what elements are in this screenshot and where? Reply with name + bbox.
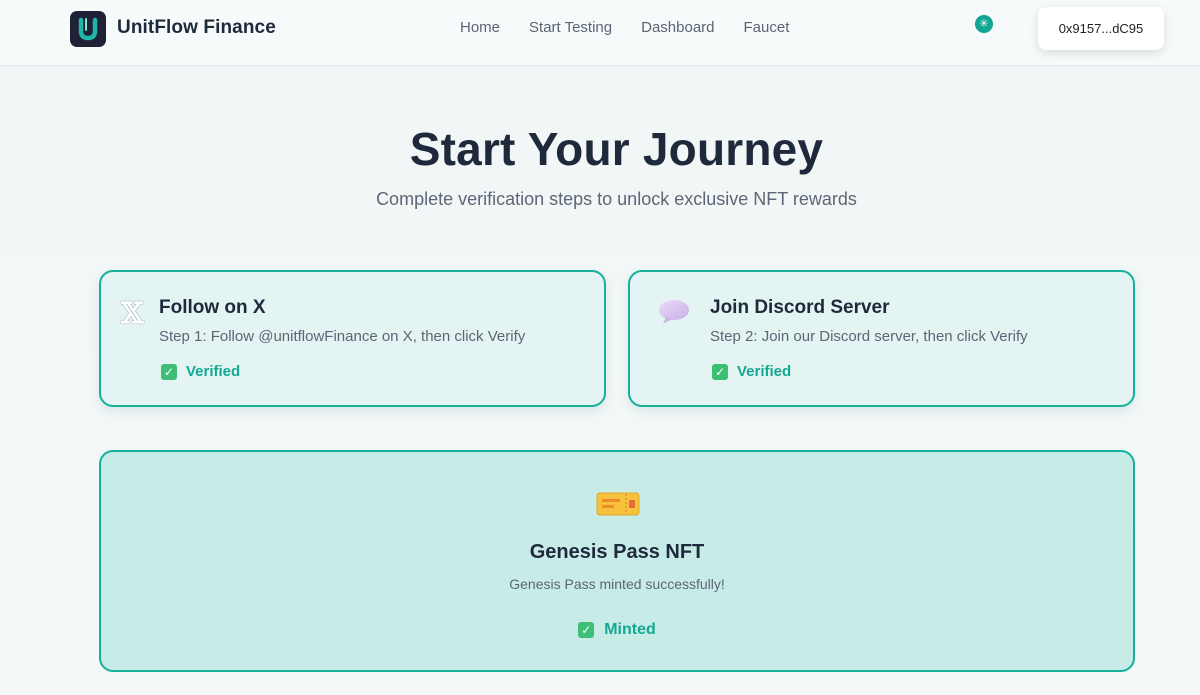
step-card-join-discord: Join Discord Server Step 2: Join our Dis… [628,270,1135,407]
network-status-icon[interactable]: ✳ [975,15,993,33]
genesis-pass-card: Genesis Pass NFT Genesis Pass minted suc… [99,450,1135,672]
minted-label: Minted [604,621,656,638]
nav-faucet[interactable]: Faucet [744,19,790,36]
page-title: Start Your Journey [409,123,824,175]
brand-name[interactable]: UnitFlow Finance [117,17,276,39]
step-description: Step 1: Follow @unitflowFinance on X, th… [159,328,526,345]
nav-start-testing[interactable]: Start Testing [529,19,612,36]
check-icon: ✓ [712,363,728,380]
x-logo-icon: 𝕏 [121,296,144,330]
ticket-icon [596,490,640,523]
verified-label: Verified [737,363,792,380]
step-description: Step 2: Join our Discord server, then cl… [710,328,1028,345]
verified-status: ✓ Verified [161,363,240,380]
step-title: Join Discord Server [710,297,890,318]
speech-bubble-icon [657,298,691,331]
nft-message: Genesis Pass minted successfully! [509,576,725,592]
nft-title: Genesis Pass NFT [529,541,705,563]
verified-status: ✓ Verified [712,363,791,380]
check-icon: ✓ [161,363,177,380]
main-nav: Home Start Testing Dashboard Faucet [460,19,789,36]
step-card-follow-x: 𝕏 Follow on X Step 1: Follow @unitflowFi… [99,270,606,407]
minted-status: ✓ Minted [101,621,1133,639]
nav-dashboard[interactable]: Dashboard [641,19,714,36]
top-header: UnitFlow Finance Home Start Testing Dash… [0,0,1200,66]
nav-home[interactable]: Home [460,19,500,36]
page-subtitle: Complete verification steps to unlock ex… [376,189,857,209]
wallet-address-button[interactable]: 0x9157...dC95 [1038,7,1164,50]
check-icon: ✓ [578,622,595,638]
unitflow-logo-icon[interactable] [70,11,106,47]
step-title: Follow on X [159,297,266,318]
verified-label: Verified [186,363,241,380]
